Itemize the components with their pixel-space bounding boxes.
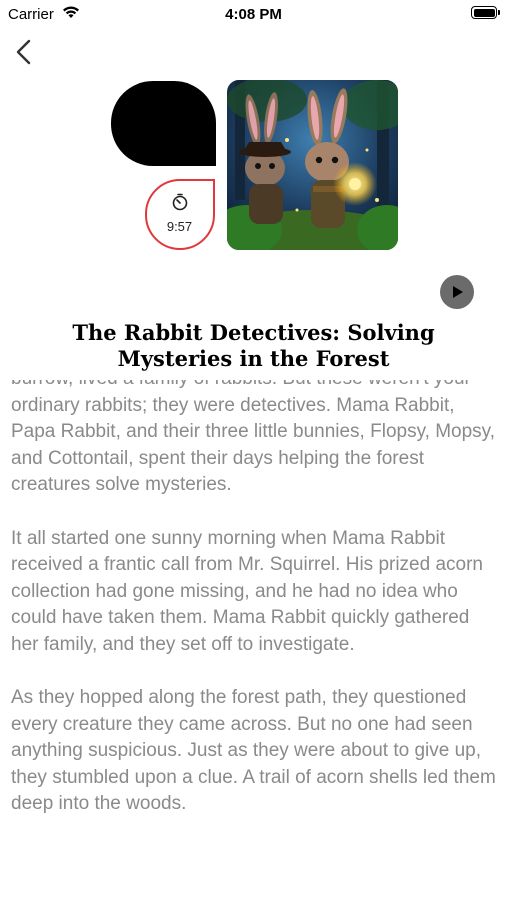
timer-value: 9:57	[166, 219, 193, 234]
clock: 4:08 PM	[225, 6, 282, 23]
decorative-shape	[111, 81, 216, 166]
story-paragraph: burrow, lived a family of rabbits. But t…	[11, 380, 496, 495]
back-button[interactable]	[12, 38, 36, 66]
story-cover-image	[227, 80, 398, 250]
timer-badge: 9:57	[145, 179, 215, 250]
play-icon	[453, 286, 463, 298]
timer-icon	[171, 193, 189, 216]
story-text-scroll[interactable]: burrow, lived a family of rabbits. But t…	[11, 380, 501, 900]
story-paragraph: It all started one sunny morning when Ma…	[11, 527, 483, 655]
chevron-left-icon	[16, 39, 31, 65]
story-paragraph: As they hopped along the forest path, th…	[11, 687, 496, 814]
status-bar: Carrier 4:08 PM	[0, 0, 507, 30]
play-button[interactable]	[440, 275, 474, 309]
battery-icon	[471, 6, 500, 19]
story-title: The Rabbit Detectives: Solving Mysteries…	[72, 320, 435, 371]
